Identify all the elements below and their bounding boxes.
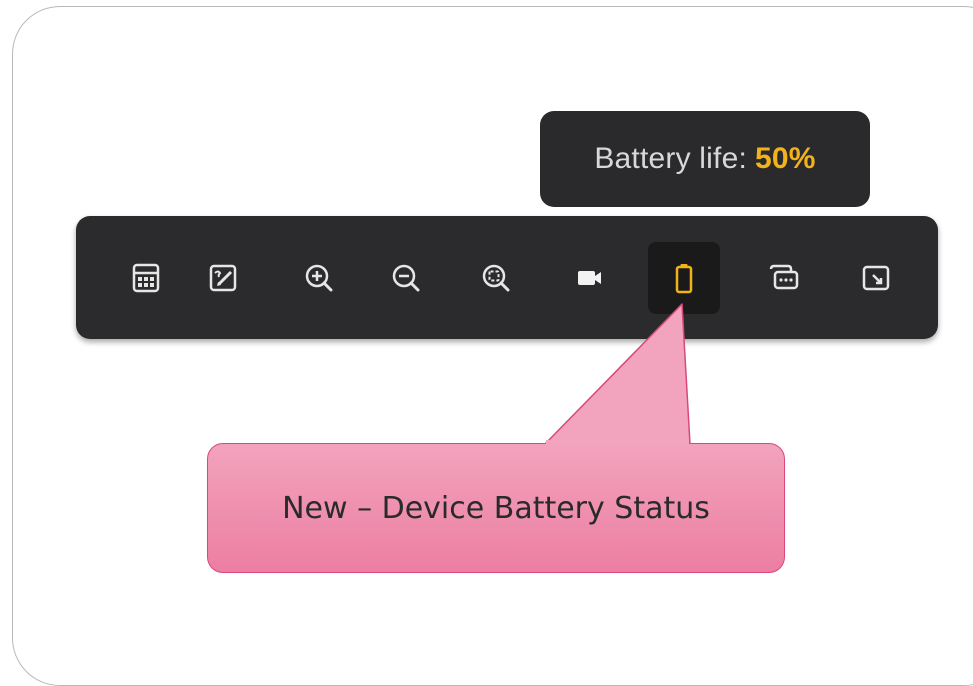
callout-text: New – Device Battery Status [282, 490, 710, 526]
callout-box: New – Device Battery Status [207, 443, 785, 573]
